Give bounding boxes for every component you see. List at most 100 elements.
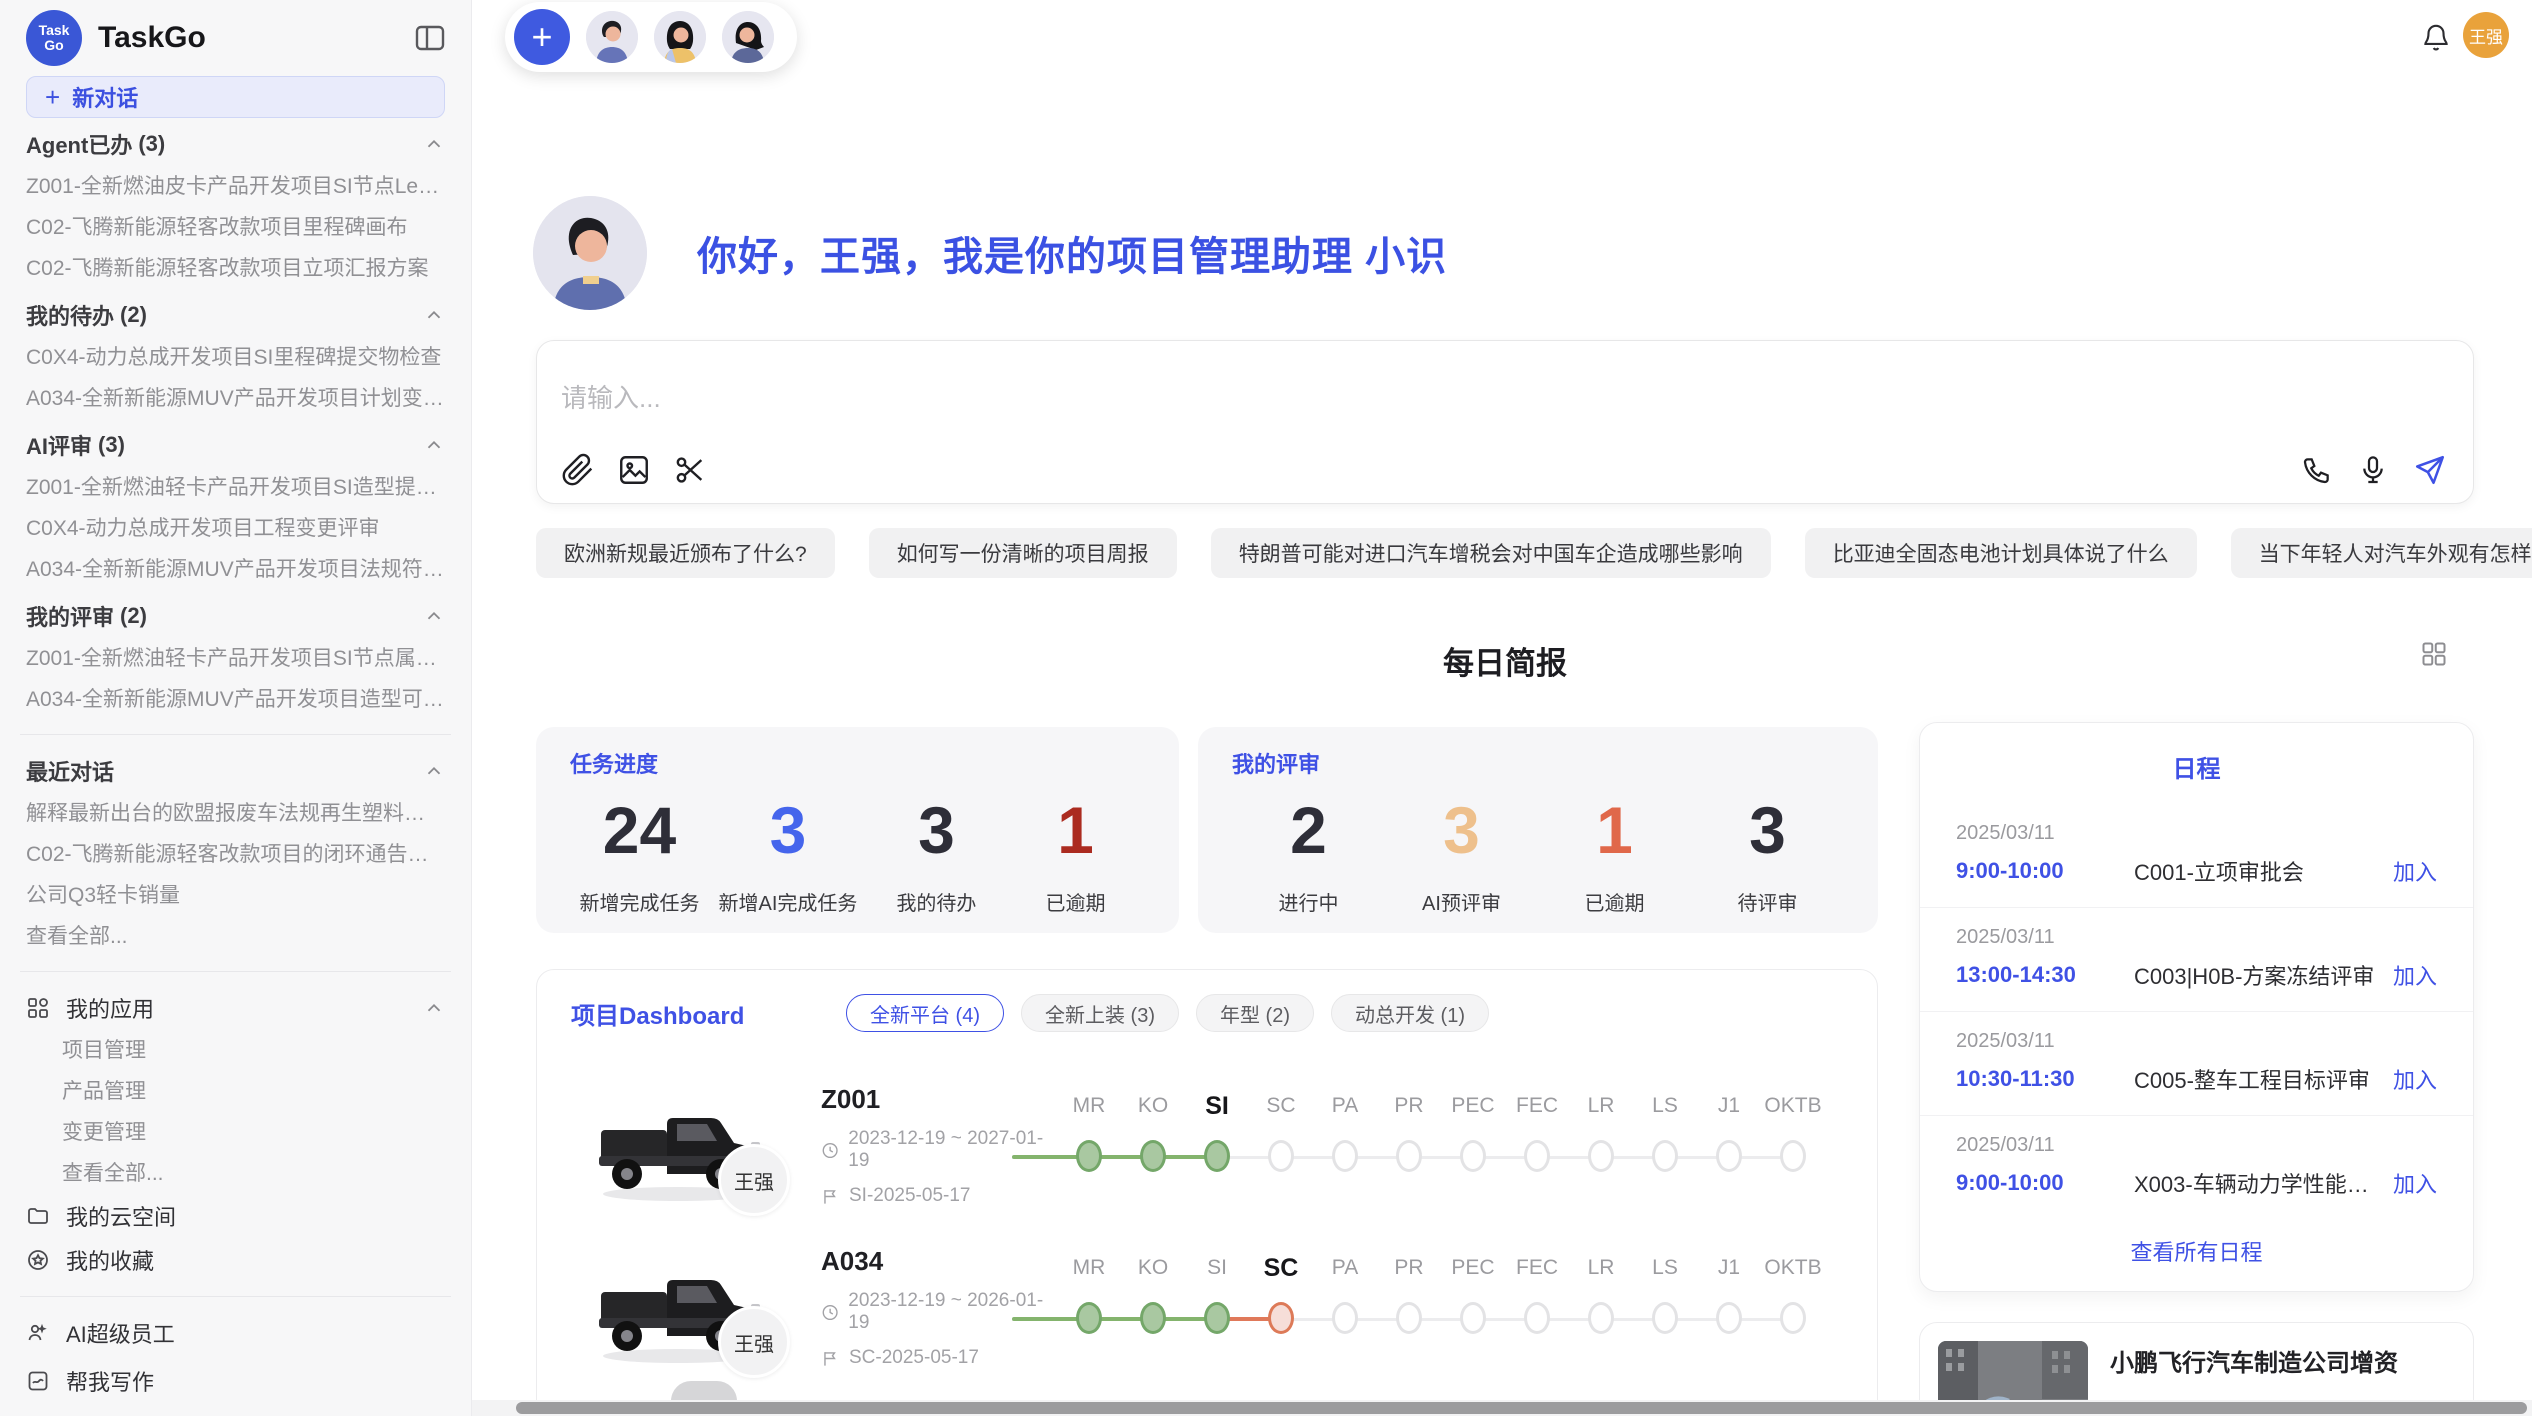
- suggestion-chip[interactable]: 如何写一份清晰的项目周报: [869, 528, 1177, 578]
- list-item[interactable]: C02-飞腾新能源轻客改款项目的闭环通告反馈情况: [26, 834, 445, 875]
- sidebar-item-cloud-space[interactable]: 我的云空间: [26, 1194, 445, 1238]
- list-item[interactable]: A034-全新新能源MUV产品开发项目造型可行性评审: [26, 679, 445, 720]
- sidebar-collapse-icon[interactable]: [415, 24, 445, 52]
- logo-row: Task Go TaskGo: [26, 0, 445, 76]
- join-link[interactable]: 加入: [2393, 855, 2437, 887]
- logo-text-line2: Go: [44, 38, 63, 53]
- section-header-ai-review[interactable]: AI评审 (3): [26, 423, 445, 467]
- send-icon[interactable]: [2413, 453, 2447, 487]
- suggestion-chips: 欧洲新规最近颁布了什么? 如何写一份清晰的项目周报 特朗普可能对进口汽车增税会对…: [536, 528, 2532, 578]
- chat-input[interactable]: [561, 383, 1961, 414]
- section-header-agent-done[interactable]: Agent已办 (3): [26, 122, 445, 166]
- app-title: TaskGo: [98, 21, 206, 55]
- milestone-node: [1140, 1140, 1166, 1172]
- milestone-label: KO: [1121, 1246, 1185, 1290]
- list-item[interactable]: C02-飞腾新能源轻客改款项目里程碑画布: [26, 207, 445, 248]
- list-item[interactable]: C02-飞腾新能源轻客改款项目立项汇报方案: [26, 248, 445, 289]
- suggestion-chip[interactable]: 欧洲新规最近颁布了什么?: [536, 528, 835, 578]
- avatar[interactable]: [654, 11, 706, 63]
- list-item[interactable]: Z001-全新燃油轻卡产品开发项目SI造型提交物评审: [26, 467, 445, 508]
- section-header-recent[interactable]: 最近对话: [26, 749, 445, 793]
- new-chat-button[interactable]: + 新对话: [26, 76, 445, 118]
- tab-new-body[interactable]: 全新上装 (3): [1021, 994, 1179, 1032]
- tab-model-year[interactable]: 年型 (2): [1196, 994, 1314, 1032]
- project-row[interactable]: 王强 A034 2023-12-19 ~ 2026-01-19 SC-2025-…: [537, 1232, 1877, 1394]
- join-link[interactable]: 加入: [2393, 1167, 2437, 1199]
- scissors-icon[interactable]: [673, 453, 707, 487]
- event-date: 2025/03/11: [1956, 1030, 2437, 1053]
- chevron-up-icon[interactable]: [423, 133, 445, 155]
- divider: [20, 971, 451, 972]
- add-contact-button[interactable]: +: [514, 9, 570, 65]
- sidebar-item-change-mgmt[interactable]: 变更管理: [26, 1112, 445, 1153]
- sidebar-item-ai-super-staff[interactable]: AI超级员工: [26, 1311, 445, 1355]
- image-upload-icon[interactable]: [617, 453, 651, 487]
- section-count: (2): [120, 302, 147, 328]
- chevron-up-icon[interactable]: [423, 304, 445, 326]
- suggestion-chip[interactable]: 比亚迪全固态电池计划具体说了什么: [1805, 528, 2197, 578]
- tab-new-platform[interactable]: 全新平台 (4): [846, 994, 1004, 1032]
- sidebar-item-project-mgmt[interactable]: 项目管理: [26, 1030, 445, 1071]
- sidebar-item-my-apps[interactable]: 我的应用: [26, 986, 445, 1030]
- avatar[interactable]: [586, 11, 638, 63]
- view-all-schedule-link[interactable]: 查看所有日程: [1920, 1235, 2473, 1267]
- project-dashboard-card: 项目Dashboard 全新平台 (4) 全新上装 (3) 年型 (2) 动总开…: [536, 969, 1878, 1416]
- horizontal-scrollbar[interactable]: [472, 1400, 2532, 1416]
- notification-bell-icon[interactable]: [2421, 22, 2451, 52]
- sidebar-item-help-me-write[interactable]: 帮我写作: [26, 1359, 445, 1403]
- list-item[interactable]: Z001-全新燃油皮卡产品开发项目SI节点Lesson Learn报告: [26, 166, 445, 207]
- tab-powertrain[interactable]: 动总开发 (1): [1331, 994, 1489, 1032]
- card-title: 任务进度: [570, 747, 1145, 779]
- clock-icon: [821, 1303, 839, 1322]
- sidebar-item-label: 帮我写作: [66, 1365, 154, 1397]
- chevron-up-icon[interactable]: [423, 760, 445, 782]
- sidebar-item-product-mgmt[interactable]: 产品管理: [26, 1071, 445, 1112]
- microphone-icon[interactable]: [2357, 454, 2389, 486]
- avatar[interactable]: [722, 11, 774, 63]
- user-avatar[interactable]: 王强: [2463, 12, 2509, 58]
- schedule-event: 2025/03/11 9:00-10:00 X003-车辆动力学性能验... 加…: [1920, 1116, 2473, 1219]
- stat-label: 已逾期: [1555, 887, 1675, 916]
- stat-label: 我的待办: [876, 887, 996, 916]
- milestone-label: PA: [1313, 1084, 1377, 1128]
- milestone-node: [1652, 1302, 1678, 1334]
- view-all-link[interactable]: 查看全部...: [26, 916, 445, 957]
- paperclip-icon[interactable]: [561, 453, 595, 487]
- stat: 2 进行中: [1249, 795, 1369, 916]
- milestone-label: SI: [1185, 1084, 1249, 1128]
- milestone-track: MR KO SI SC PA PR PEC FEC LR LS J1 OKTB: [1057, 1246, 1825, 1350]
- suggestion-chip[interactable]: 特朗普可能对进口汽车增税会对中国车企造成哪些影响: [1211, 528, 1771, 578]
- project-owner-badge: 王强: [718, 1306, 790, 1378]
- section-header-my-todo[interactable]: 我的待办 (2): [26, 293, 445, 337]
- chevron-up-icon[interactable]: [423, 997, 445, 1019]
- suggestion-chip[interactable]: 当下年轻人对汽车外观有怎样的喜好趋势: [2231, 528, 2532, 578]
- list-item[interactable]: A034-全新新能源MUV产品开发项目计划变更表编写: [26, 378, 445, 419]
- milestone-label: PEC: [1441, 1084, 1505, 1128]
- sidebar-item-creative-drawing[interactable]: 创意制图: [26, 1407, 445, 1416]
- chevron-up-icon[interactable]: [423, 434, 445, 456]
- list-item[interactable]: A034-全新新能源MUV产品开发项目法规符合性评审: [26, 549, 445, 590]
- section-header-my-review[interactable]: 我的评审 (2): [26, 594, 445, 638]
- clock-icon: [821, 1141, 839, 1160]
- join-link[interactable]: 加入: [2393, 959, 2437, 991]
- stat: 1 已逾期: [1015, 795, 1135, 916]
- stat-value: 1: [1555, 795, 1675, 865]
- list-item[interactable]: 解释最新出台的欧盟报废车法规再生塑料比例被调至15%...: [26, 793, 445, 834]
- sidebar-item-favorites[interactable]: 我的收藏: [26, 1238, 445, 1282]
- logo-text-line1: Task: [39, 23, 70, 38]
- list-item[interactable]: 公司Q3轻卡销量: [26, 875, 445, 916]
- view-all-link[interactable]: 查看全部...: [26, 1153, 445, 1194]
- list-item[interactable]: C0X4-动力总成开发项目工程变更评审: [26, 508, 445, 549]
- chevron-up-icon[interactable]: [423, 605, 445, 627]
- stat-value: 3: [876, 795, 996, 865]
- phone-call-icon[interactable]: [2301, 454, 2333, 486]
- stat-label: 新增AI完成任务: [719, 887, 858, 916]
- join-link[interactable]: 加入: [2393, 1063, 2437, 1095]
- project-row[interactable]: 王强 Z001 2023-12-19 ~ 2027-01-19 SI-2025-…: [537, 1070, 1877, 1232]
- layout-grid-icon[interactable]: [2420, 640, 2448, 668]
- list-item[interactable]: C0X4-动力总成开发项目SI里程碑提交物检查: [26, 337, 445, 378]
- greeting-block: 你好，王强，我是你的项目管理助理 小识: [533, 196, 1447, 310]
- list-item[interactable]: Z001-全新燃油轻卡产品开发项目SI节点属性5D文件评审: [26, 638, 445, 679]
- scrollbar-thumb[interactable]: [516, 1402, 2527, 1414]
- event-time: 9:00-10:00: [1956, 858, 2134, 884]
